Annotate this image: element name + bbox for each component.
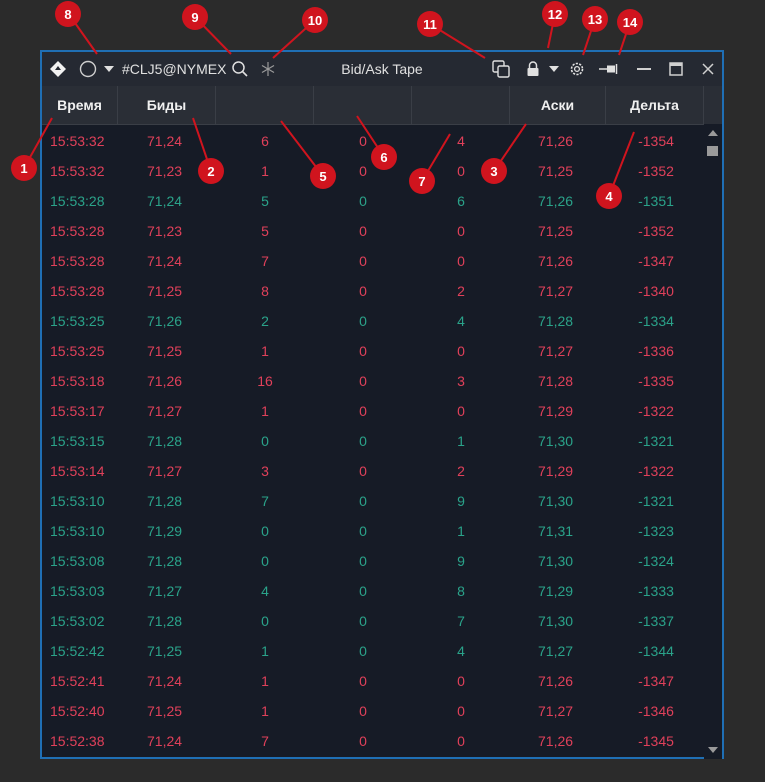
annotation-badge-12: 12 xyxy=(542,1,568,27)
annotation-badge-2: 2 xyxy=(198,158,224,184)
annotation-arrows xyxy=(23,12,635,197)
annotation-badge-14: 14 xyxy=(617,9,643,35)
annotation-badge-13: 13 xyxy=(582,6,608,32)
annotation-badge-11: 11 xyxy=(417,11,443,37)
annotation-badge-9: 9 xyxy=(182,4,208,30)
annotation-badge-10: 10 xyxy=(302,7,328,33)
annotation-badge-4: 4 xyxy=(596,183,622,209)
annotation-badge-3: 3 xyxy=(481,158,507,184)
annotation-badge-7: 7 xyxy=(409,168,435,194)
annotation-badge-6: 6 xyxy=(371,144,397,170)
annotation-badge-8: 8 xyxy=(55,1,81,27)
annotation-badge-1: 1 xyxy=(11,155,37,181)
annotation-badge-5: 5 xyxy=(310,163,336,189)
